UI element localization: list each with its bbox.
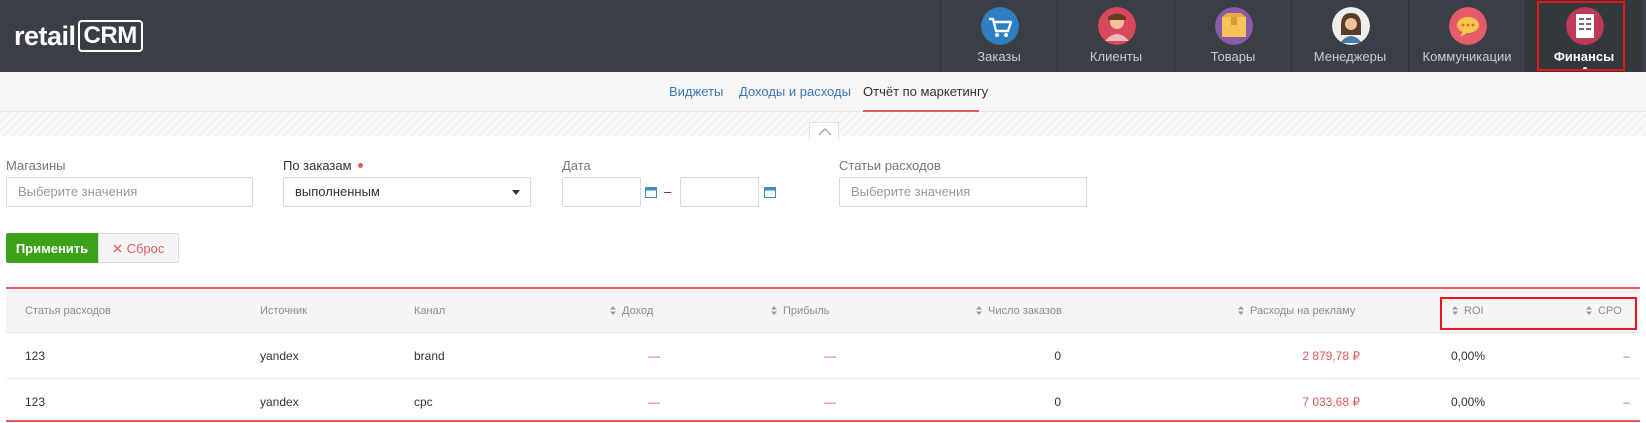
date-range-separator: – [664, 184, 672, 199]
sub-navigation: Виджеты Доходы и расходы Отчёт по маркет… [0, 72, 1646, 112]
orders-label-text: По заказам [283, 158, 352, 173]
calendar-icon[interactable] [645, 186, 657, 198]
cell-source: yandex [260, 395, 299, 409]
col-ad-spend-label: Расходы на рекламу [1250, 305, 1356, 317]
expense-items-input[interactable]: Выберите значения [839, 177, 1087, 207]
tab-marketing-report[interactable]: Отчёт по маркетингу [863, 84, 988, 99]
col-cpo[interactable]: CPO [1586, 305, 1622, 317]
sort-icon [976, 305, 982, 315]
table-header: Статья расходов Источник Канал Доход При… [6, 289, 1640, 333]
nav-clients[interactable]: Клиенты [1057, 0, 1174, 72]
shops-input[interactable]: Выберите значения [6, 177, 253, 207]
cell-orders-count: 0 [1054, 349, 1061, 363]
sort-icon [1238, 305, 1244, 315]
col-profit[interactable]: Прибыль [771, 305, 830, 317]
tab-widgets[interactable]: Виджеты [669, 84, 723, 99]
chevron-up-icon [818, 128, 832, 136]
cell-roi: 0,00% [1451, 395, 1486, 409]
cell-roi: 0,00% [1451, 349, 1486, 363]
sort-icon [1452, 305, 1458, 315]
finance-icon [1566, 7, 1604, 45]
chat-icon [1449, 7, 1487, 45]
date-from-input[interactable] [562, 177, 641, 207]
expense-items-label: Статьи расходов [839, 158, 941, 173]
col-expense-item[interactable]: Статья расходов [25, 305, 111, 317]
col-income[interactable]: Доход [610, 305, 653, 317]
nav-label-managers: Менеджеры [1313, 49, 1387, 64]
apply-button[interactable]: Применить [6, 233, 98, 263]
cell-ad-spend: 7 033,68 ₽ [1302, 395, 1360, 409]
col-income-label: Доход [622, 305, 654, 317]
nav-finance[interactable]: Финансы [1525, 0, 1642, 72]
cell-channel: brand [414, 349, 445, 363]
cell-profit: — [824, 349, 836, 363]
col-orders-count-label: Число заказов [988, 305, 1062, 317]
close-icon [113, 244, 122, 252]
nav-label-communications: Коммуникации [1422, 49, 1512, 64]
col-channel[interactable]: Канал [414, 305, 445, 317]
nav-managers[interactable]: Менеджеры [1291, 0, 1408, 72]
logo-text: retail [14, 20, 76, 51]
nav-label-clients: Клиенты [1089, 49, 1143, 64]
logo-crm-text: CRM [77, 20, 143, 52]
nav-label-finance: Финансы [1553, 49, 1615, 64]
cell-expense-item: 123 [25, 395, 46, 409]
cell-orders-count: 0 [1054, 395, 1061, 409]
main-nav: Заказы Клиенты Товары Менеджеры Коммуник… [940, 0, 1642, 72]
cell-source: yandex [260, 349, 299, 363]
cell-cpo: – [1623, 349, 1630, 363]
sort-icon [771, 305, 777, 315]
col-source[interactable]: Источник [260, 305, 307, 317]
chevron-down-icon [512, 190, 520, 195]
active-indicator [1583, 67, 1587, 71]
table-bottom-border [6, 420, 1640, 422]
cell-ad-spend: 2 879,78 ₽ [1302, 349, 1360, 363]
date-label: Дата [562, 158, 591, 173]
calendar-icon[interactable] [764, 186, 776, 198]
col-cpo-label: CPO [1598, 305, 1622, 317]
cart-icon [981, 7, 1019, 45]
client-icon [1098, 7, 1136, 45]
nav-label-orders: Заказы [977, 49, 1021, 64]
cell-profit: — [824, 395, 836, 409]
cell-cpo: – [1623, 395, 1630, 409]
col-roi-label: ROI [1464, 305, 1484, 317]
required-dot [357, 163, 363, 169]
date-to-input[interactable] [680, 177, 759, 207]
marketing-report-table: Статья расходов Источник Канал Доход При… [6, 287, 1640, 423]
table-row[interactable]: 123 yandex brand — — 0 2 879,78 ₽ 0,00% … [6, 333, 1640, 379]
col-profit-label: Прибыль [783, 305, 830, 317]
sort-icon [1586, 305, 1592, 315]
col-ad-spend[interactable]: Расходы на рекламу [1238, 305, 1355, 317]
nav-products[interactable]: Товары [1174, 0, 1291, 72]
sort-icon [610, 305, 616, 315]
nav-communications[interactable]: Коммуникации [1408, 0, 1525, 72]
reset-label: Сброс [126, 240, 165, 256]
orders-select-value: выполненным [295, 184, 380, 199]
tab-income-expenses[interactable]: Доходы и расходы [739, 84, 851, 99]
shops-label: Магазины [6, 158, 66, 173]
col-roi[interactable]: ROI [1452, 305, 1484, 317]
cell-income: — [648, 395, 660, 409]
cell-income: — [648, 349, 660, 363]
collapse-filters-toggle[interactable] [809, 122, 839, 140]
col-orders-count[interactable]: Число заказов [976, 305, 1062, 317]
nav-label-products: Товары [1210, 49, 1256, 64]
table-row[interactable]: 123 yandex cpc — — 0 7 033,68 ₽ 0,00% – [6, 379, 1640, 423]
top-header: retail CRM Заказы Клиенты Товары Менедже… [0, 0, 1646, 72]
nav-orders[interactable]: Заказы [940, 0, 1057, 72]
reset-button[interactable]: Сброс [98, 233, 179, 263]
manager-icon [1332, 7, 1370, 45]
orders-label: По заказам [283, 158, 363, 173]
retailcrm-logo[interactable]: retail CRM [14, 18, 143, 54]
orders-status-select[interactable]: выполненным [283, 177, 531, 207]
box-icon [1215, 7, 1253, 45]
cell-expense-item: 123 [25, 349, 46, 363]
cell-channel: cpc [414, 395, 433, 409]
